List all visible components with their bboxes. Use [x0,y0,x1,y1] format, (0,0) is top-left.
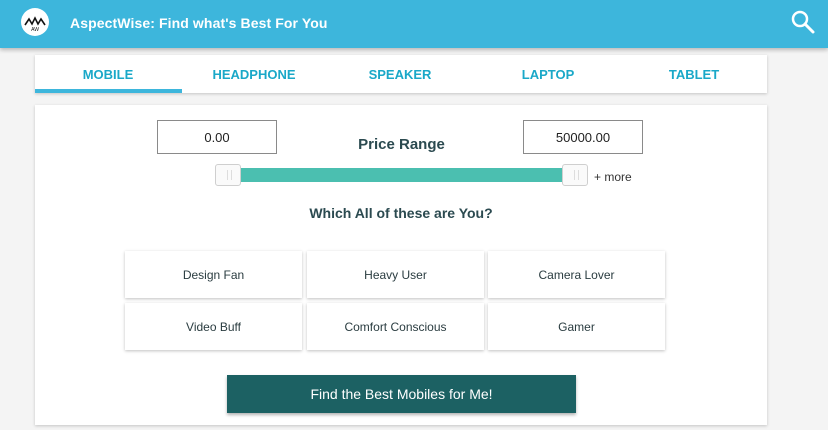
persona-gamer[interactable]: Gamer [488,303,665,350]
persona-label: Camera Lover [538,267,615,282]
find-best-button-label: Find the Best Mobiles for Me! [310,386,493,402]
search-icon [791,10,815,34]
persona-label: Video Buff [186,319,241,334]
persona-comfort-conscious[interactable]: Comfort Conscious [307,303,484,350]
tab-label: SPEAKER [368,66,432,82]
persona-heavy-user[interactable]: Heavy User [307,251,484,298]
app-title: AspectWise: Find what's Best For You [70,15,328,31]
app-bar: AW AspectWise: Find what's Best For You [0,0,828,48]
more-label: + more [594,170,632,184]
persona-label: Design Fan [182,267,245,282]
filter-card: Price Range + more Which All of these ar… [35,105,767,425]
persona-label: Heavy User [364,267,427,282]
tab-tablet[interactable]: TABLET [621,55,767,93]
active-tab-indicator [35,89,182,93]
tab-label: TABLET [668,66,720,82]
max-price-input[interactable] [523,120,643,154]
persona-label: Gamer [558,319,595,334]
category-tabs: MOBILE HEADPHONE SPEAKER LAPTOP TABLET [35,55,767,93]
tab-label: LAPTOP [521,66,575,82]
find-best-button[interactable]: Find the Best Mobiles for Me! [227,375,576,413]
tab-label: MOBILE [82,66,134,82]
persona-video-buff[interactable]: Video Buff [125,303,302,350]
persona-camera-lover[interactable]: Camera Lover [488,251,665,298]
price-range-label: Price Range [358,136,445,153]
logo-icon-graphic: AW [24,16,46,33]
persona-question: Which All of these are You? [309,205,493,221]
tab-headphone[interactable]: HEADPHONE [181,55,327,93]
min-price-slider-handle[interactable] [215,164,241,186]
min-price-input[interactable] [157,120,277,154]
persona-label: Comfort Conscious [344,319,447,334]
price-slider-track[interactable] [228,168,578,182]
logo-text: AW [31,27,39,33]
tab-mobile[interactable]: MOBILE [35,55,181,93]
tab-laptop[interactable]: LAPTOP [475,55,621,93]
tab-speaker[interactable]: SPEAKER [327,55,473,93]
logo-icon[interactable]: AW [21,8,49,36]
search-button[interactable] [790,9,816,35]
tab-label: HEADPHONE [212,66,296,82]
persona-design-fan[interactable]: Design Fan [125,251,302,298]
max-price-slider-handle[interactable] [562,164,588,186]
